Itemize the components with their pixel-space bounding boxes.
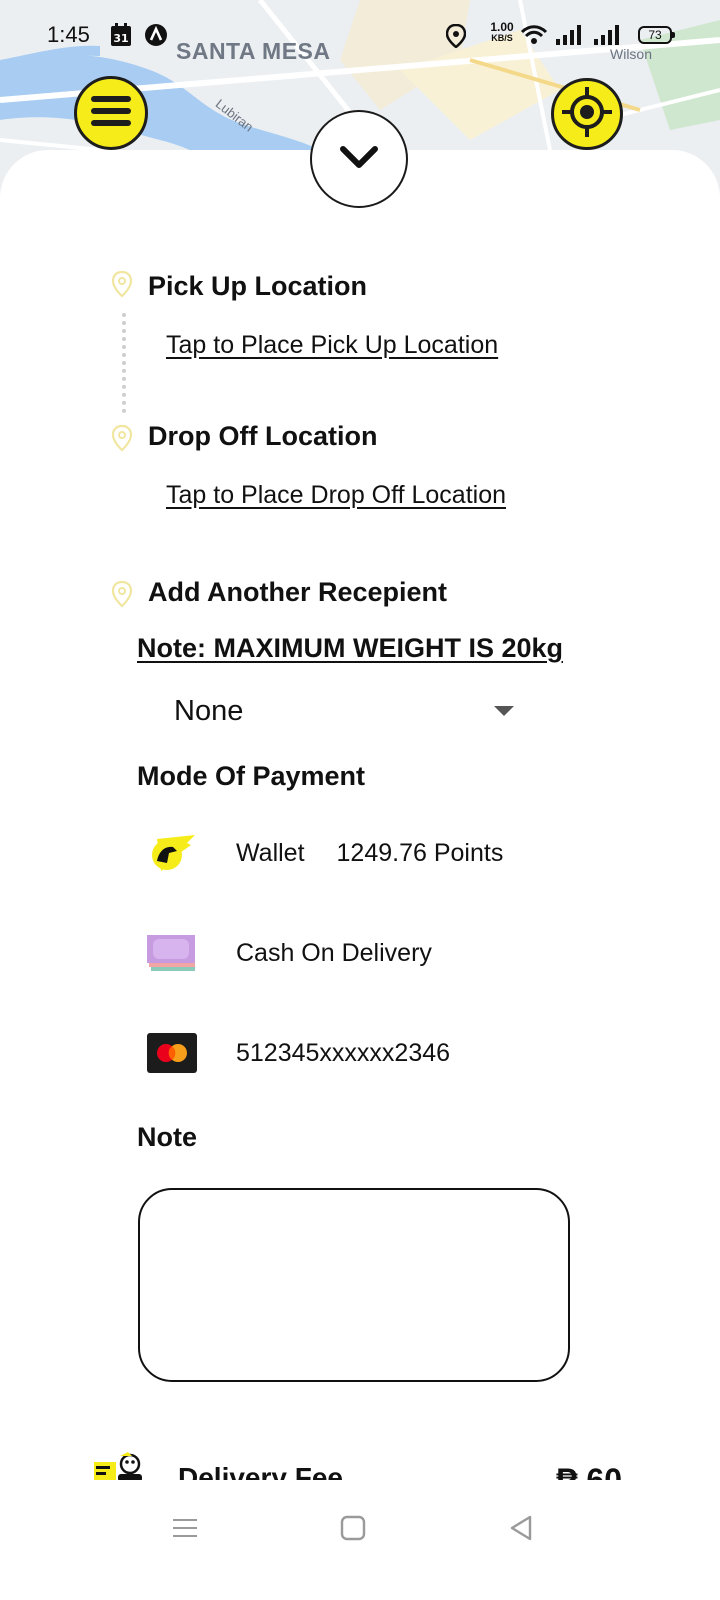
dropoff-heading: Drop Off Location [148,421,378,451]
home-icon[interactable] [333,1508,373,1548]
wallet-points: 1249.76 Points [336,838,504,867]
system-nav-bar [0,1480,720,1600]
crosshair-locate-icon [559,84,615,145]
location-status-icon [445,23,467,53]
app-notification-icon [144,23,168,52]
add-recipient-button[interactable]: Add Another Recepient [148,577,447,608]
payment-option-card[interactable]: 512345xxxxxx2346 [146,1025,626,1081]
collapse-sheet-button[interactable] [310,110,408,208]
card-number: 512345xxxxxx2346 [236,1038,451,1067]
note-input[interactable] [138,1188,570,1382]
battery-indicator: 73 [638,26,675,44]
hamburger-menu-icon [89,93,133,134]
menu-button[interactable] [74,76,148,150]
pickup-location-link[interactable]: Tap to Place Pick Up Location [166,331,498,360]
net-speed-value: 1.00 [490,20,514,34]
route-connector [122,313,126,413]
net-speed-unit: KB/S [491,33,513,43]
payment-option-cod[interactable]: Cash On Delivery [146,925,626,981]
calendar-badge: 31 [113,32,128,45]
location-pin-icon [111,580,133,608]
payment-option-wallet[interactable]: Wallet 1249.76 Points [146,825,626,881]
locate-me-button[interactable] [551,78,623,150]
package-type-dropdown[interactable]: None [174,688,524,734]
caret-down-icon [494,706,514,716]
chevron-down-icon [337,142,381,177]
location-pin-icon [111,424,133,452]
payment-option-label: Wallet [236,838,305,867]
net-speed: 1.00 KB/S [485,20,519,44]
signal-2-icon [592,24,620,51]
recent-apps-icon[interactable] [165,1508,205,1548]
note-heading: Note [137,1122,197,1152]
weight-note: Note: MAXIMUM WEIGHT IS 20kg [137,633,564,663]
dropdown-value: None [174,694,244,727]
pickup-heading: Pick Up Location [148,271,368,301]
signal-1-icon [554,24,582,51]
payment-option-label: Cash On Delivery [236,938,432,967]
wallet-logo-icon [146,831,198,875]
payment-heading: Mode Of Payment [137,761,366,791]
mastercard-icon [146,1031,198,1075]
location-pin-icon [111,270,133,298]
back-icon[interactable] [501,1508,541,1548]
status-time: 1:45 [47,22,90,47]
cash-icon [146,931,198,975]
wifi-icon [520,24,548,51]
calendar-icon: 31 [110,23,132,52]
status-bar: 1:45 31 1.00 KB/S 73 [0,0,720,70]
dropoff-location-link[interactable]: Tap to Place Drop Off Location [166,481,506,510]
